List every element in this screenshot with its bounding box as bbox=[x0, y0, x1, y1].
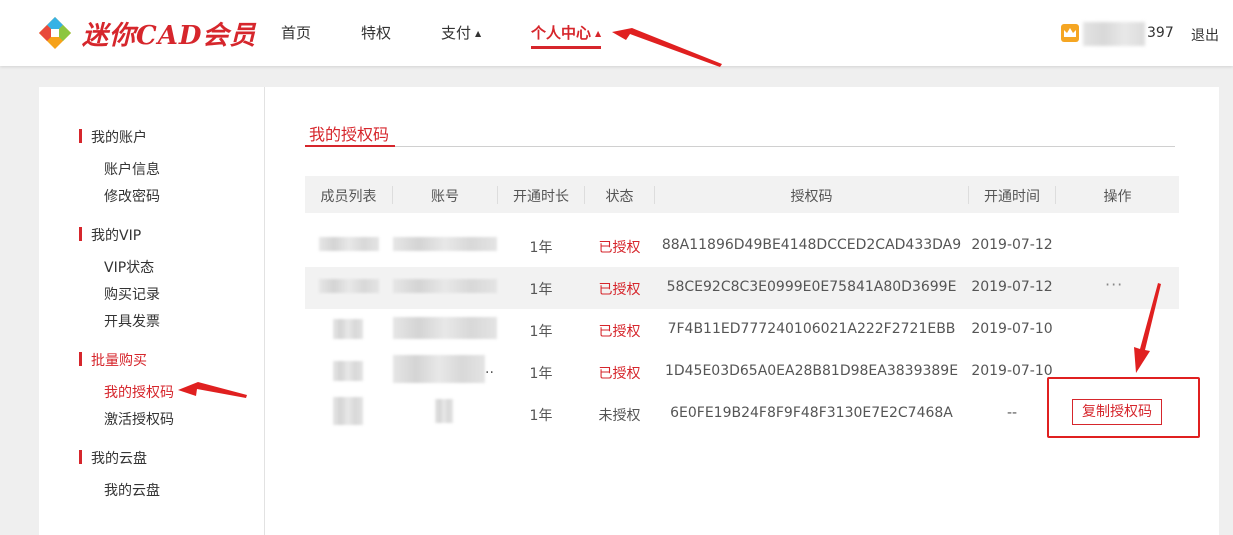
account-redacted bbox=[393, 237, 497, 251]
divider bbox=[305, 146, 1175, 147]
cell-duration: 1年 bbox=[529, 366, 553, 382]
user-area: 397 退出 bbox=[1061, 22, 1221, 46]
th-status: 状态 bbox=[605, 189, 634, 205]
cell-status: 已授权 bbox=[598, 282, 641, 298]
caret-icon: ▲ bbox=[595, 29, 602, 38]
th-date: 开通时间 bbox=[984, 189, 1040, 205]
logo-icon bbox=[39, 17, 71, 49]
sidebar: 我的账户 账户信息 修改密码 我的VIP VIP状态 购买记录 开具发票 批量购… bbox=[39, 87, 265, 535]
sidebar-item-account-info[interactable]: 账户信息 bbox=[104, 159, 160, 179]
sidebar-item-activate-code[interactable]: 激活授权码 bbox=[104, 409, 174, 429]
nav-payment[interactable]: 支付 ▲ bbox=[441, 22, 481, 43]
table-row: 1年 已授权 88A11896D49BE4148DCCED2CAD433DA9 … bbox=[305, 225, 1179, 267]
top-header: 迷你CAD会员 首页 特权 支付 ▲ 个人中心 ▲ 397 退出 bbox=[0, 0, 1233, 66]
cell-status: 未授权 bbox=[598, 408, 641, 424]
sidebar-group-account[interactable]: 我的账户 bbox=[79, 127, 147, 147]
sidebar-item-change-password[interactable]: 修改密码 bbox=[104, 186, 160, 206]
member-redacted bbox=[319, 279, 379, 293]
table-row: 1年 已授权 7F4B11ED777240106021A222F2721EBB … bbox=[305, 309, 1179, 351]
account-redacted bbox=[393, 355, 485, 383]
nav-privileges[interactable]: 特权 bbox=[361, 22, 391, 43]
username-suffix: 397 bbox=[1147, 25, 1174, 41]
sidebar-group-bulk-purchase[interactable]: 批量购买 bbox=[79, 350, 147, 370]
content-card: 我的账户 账户信息 修改密码 我的VIP VIP状态 购买记录 开具发票 批量购… bbox=[39, 87, 1219, 535]
cell-code: 7F4B11ED777240106021A222F2721EBB bbox=[667, 321, 956, 337]
caret-icon: ▲ bbox=[475, 29, 482, 38]
table-header: 成员列表 账号 开通时长 状态 授权码 开通时间 操作 bbox=[305, 176, 1179, 213]
member-redacted bbox=[333, 397, 363, 425]
crown-icon bbox=[1061, 24, 1079, 42]
account-suffix: .. bbox=[485, 361, 494, 377]
cell-code: 1D45E03D65A0EA28B81D98EA3839389E bbox=[664, 363, 959, 379]
logout-link[interactable]: 退出 bbox=[1191, 25, 1219, 45]
nav-home[interactable]: 首页 bbox=[281, 22, 311, 43]
member-redacted bbox=[319, 237, 379, 251]
sidebar-item-vip-status[interactable]: VIP状态 bbox=[104, 257, 154, 277]
sidebar-item-my-auth-codes[interactable]: 我的授权码 bbox=[104, 382, 174, 402]
cell-date: 2019-07-10 bbox=[971, 363, 1053, 379]
cell-date: 2019-07-12 bbox=[971, 279, 1053, 295]
nav-user-center-label: 个人中心 bbox=[531, 24, 592, 42]
main-panel: 我的授权码 成员列表 账号 开通时长 状态 授权码 开通时间 操作 1年 已授权… bbox=[305, 87, 1219, 535]
sidebar-group-cloud[interactable]: 我的云盘 bbox=[79, 448, 147, 468]
section-title: 我的授权码 bbox=[309, 125, 390, 144]
th-action: 操作 bbox=[1103, 189, 1132, 205]
nav-privileges-label: 特权 bbox=[361, 24, 392, 42]
table-row: 1年 已授权 58CE92C8C3E0999E0E75841A80D3699E … bbox=[305, 267, 1179, 309]
cell-duration: 1年 bbox=[529, 240, 553, 256]
cell-status: 已授权 bbox=[598, 324, 641, 340]
username-redacted bbox=[1083, 22, 1145, 46]
cell-date: 2019-07-10 bbox=[971, 321, 1053, 337]
th-account: 账号 bbox=[431, 189, 459, 205]
account-redacted bbox=[435, 399, 453, 423]
cell-duration: 1年 bbox=[529, 408, 553, 424]
cell-duration: 1年 bbox=[529, 282, 553, 298]
cell-date: 2019-07-12 bbox=[971, 237, 1053, 253]
cell-date: -- bbox=[1006, 405, 1018, 421]
cell-code: 6E0FE19B24F8F9F48F3130E7E2C7468A bbox=[670, 405, 953, 421]
th-members: 成员列表 bbox=[320, 189, 377, 205]
annotation-highlight-box bbox=[1047, 377, 1200, 438]
sidebar-group-vip[interactable]: 我的VIP bbox=[79, 225, 141, 245]
brand-logo[interactable]: 迷你CAD会员 bbox=[38, 12, 255, 52]
cell-status: 已授权 bbox=[598, 240, 641, 256]
nav-user-center[interactable]: 个人中心 ▲ bbox=[531, 22, 602, 49]
sidebar-item-purchase-history[interactable]: 购买记录 bbox=[104, 284, 160, 304]
cell-status: 已授权 bbox=[598, 366, 641, 382]
account-redacted bbox=[393, 279, 497, 293]
member-redacted bbox=[333, 319, 363, 339]
cell-code: 58CE92C8C3E0999E0E75841A80D3699E bbox=[666, 279, 957, 295]
nav-payment-label: 支付 bbox=[441, 24, 472, 42]
title-underline bbox=[305, 145, 395, 147]
sidebar-item-invoice[interactable]: 开具发票 bbox=[104, 311, 160, 331]
th-duration: 开通时长 bbox=[513, 189, 569, 205]
account-redacted bbox=[393, 317, 497, 339]
sidebar-item-my-cloud[interactable]: 我的云盘 bbox=[104, 480, 160, 500]
more-actions-icon[interactable]: ··· bbox=[1105, 275, 1123, 294]
member-redacted bbox=[333, 361, 363, 381]
cell-code: 88A11896D49BE4148DCCED2CAD433DA9 bbox=[661, 237, 962, 253]
cell-duration: 1年 bbox=[529, 324, 553, 340]
nav-home-label: 首页 bbox=[281, 24, 312, 42]
th-code: 授权码 bbox=[790, 189, 833, 205]
brand-name: 迷你CAD会员 bbox=[82, 21, 257, 51]
